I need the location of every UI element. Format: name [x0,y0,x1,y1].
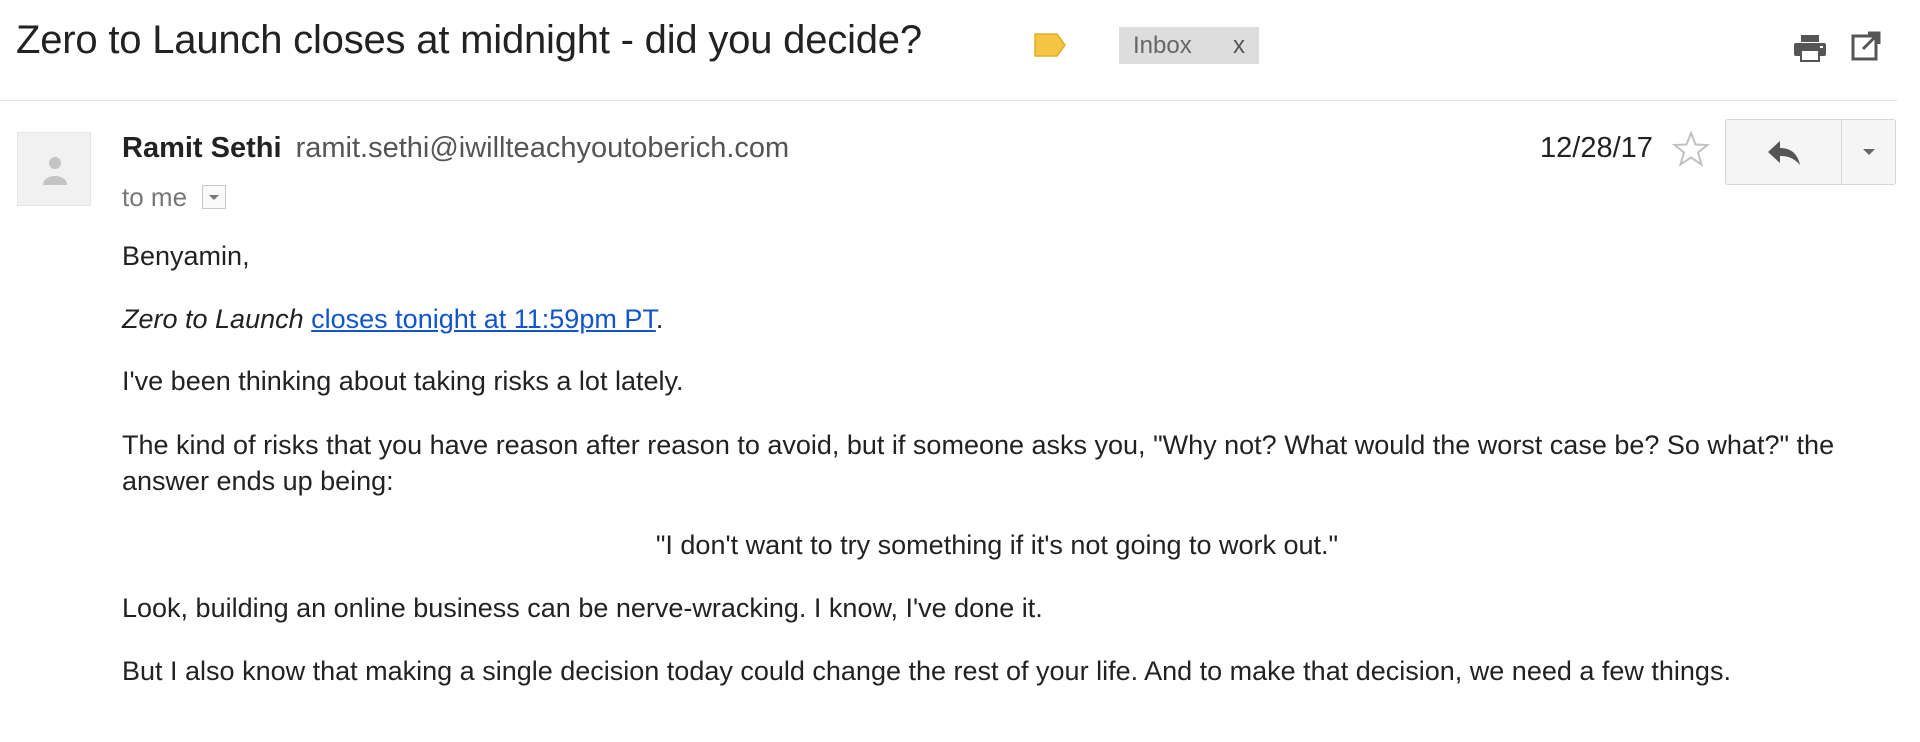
email-subject: Zero to Launch closes at midnight - did … [16,18,922,62]
risks-paragraph: I've been thinking about taking risks a … [122,366,684,396]
reply-icon [1768,141,1800,165]
sender-name[interactable]: Ramit Sethi [122,132,282,164]
label-chip-text: Inbox [1133,32,1192,59]
sender-email: ramit.sethi@iwillteachyoutoberich.com [295,132,790,164]
quote-paragraph: "I don't want to try something if it's n… [655,530,1339,560]
greeting: Benyamin, [122,241,250,271]
thread-header: Zero to Launch closes at midnight - did … [0,0,1898,101]
deadline-link[interactable]: closes tonight at 11:59pm PT [311,304,656,334]
remove-label-button[interactable]: x [1233,27,1245,64]
print-icon[interactable] [1793,33,1827,63]
launch-paragraph: Zero to Launch closes tonight at 11:59pm… [122,301,663,337]
show-details-button[interactable] [202,185,227,210]
recipient-line: to me [122,182,227,213]
avatar[interactable] [17,132,91,206]
new-window-icon[interactable] [1851,31,1881,61]
reply-button[interactable] [1725,119,1842,185]
label-chip-inbox: Inbox x [1119,27,1259,64]
message-date: 12/28/17 [1540,132,1653,164]
more-actions-button[interactable] [1841,119,1896,185]
star-icon[interactable] [1672,130,1710,168]
label-tag-icon[interactable] [1033,32,1067,58]
kind-paragraph: The kind of risks that you have reason a… [122,430,1835,496]
recipient-text: to me [122,182,188,212]
look-paragraph: Look, building an online business can be… [122,593,1043,623]
decision-paragraph: But I also know that making a single dec… [122,656,1731,686]
product-name: Zero to Launch [122,304,304,334]
sender-line: Ramit Sethi ramit.sethi@iwillteachyoutob… [122,132,789,165]
person-icon [43,157,67,185]
launch-period: . [655,304,664,334]
